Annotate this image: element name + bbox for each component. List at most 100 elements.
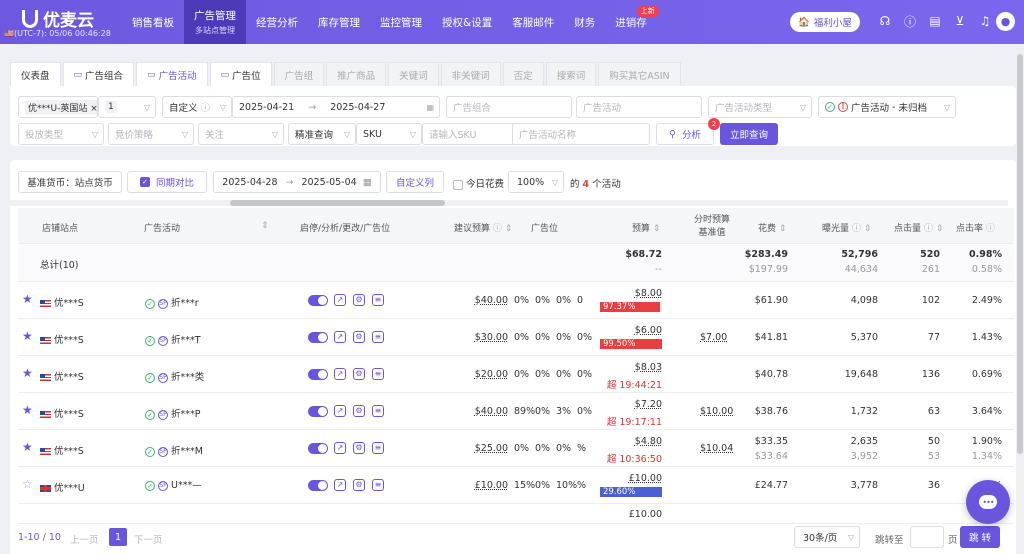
bid-strategy-select[interactable]: 竞价策略 ▽ [108,123,194,145]
campaign-toggle[interactable] [308,332,328,343]
placement-icon[interactable]: ≡ [372,294,384,306]
sort-icon[interactable]: ⇕ [261,221,269,231]
jump-button[interactable]: 跳 转 [960,526,1000,548]
table-row[interactable]: ★ 优***S ✓ SP 折***T ↗ ⚙ ≡ $30.00 0% 0% 0% 0% $6.00 99.5… [18,319,1014,356]
tab-5[interactable]: 推广商品 [326,62,387,86]
chart-icon[interactable]: ↗ [334,331,346,343]
date-range-picker[interactable]: 2025-04-21 → 2025-04-27 ▦ [232,96,440,118]
next-page-button[interactable]: 下一页 [134,532,163,546]
placement-icon[interactable]: ≡ [372,331,384,343]
campaign-toggle[interactable] [308,480,328,491]
star-icon[interactable]: ☆ [22,477,33,491]
tab-10[interactable]: 购买其它ASIN [598,62,681,86]
campaign-cell[interactable]: ✓ SP 折***r [145,295,199,309]
sku-mode-select[interactable]: SKU ▽ [356,123,422,145]
col-impressions[interactable]: 曝光量 ⓘ ⇕ [822,221,871,234]
scrollbar-thumb[interactable] [1017,54,1023,454]
nav-item-7[interactable]: 财务 [564,0,605,44]
message-icon[interactable]: ▤ [926,12,944,30]
campaign-select[interactable]: 广告活动 [576,96,702,118]
tab-8[interactable]: 否定 [502,62,544,86]
sku-input[interactable]: 请输入SKU [422,123,516,145]
col-budget[interactable]: 预算 ⇕ [632,221,660,234]
date-mode-select[interactable]: 自定义 ⓘ ▽ [162,96,232,118]
col-suggest-budget[interactable]: 建议预算 ⓘ ⇕ [454,221,512,234]
delivery-type-select[interactable]: 投放类型 ▽ [18,123,104,145]
nav-item-0[interactable]: 销售看板 [122,0,184,44]
table-row[interactable]: ★ 优***S ✓ SP 折***类 ↗ ⚙ ≡ $20.00 0% 0% 0% 0% $8.03 超 19… [18,356,1014,393]
horizontal-scrollbar[interactable] [8,200,1008,206]
shop-count-select[interactable]: 1 ▽ [98,96,156,118]
chat-button[interactable]: ••• [966,480,1010,524]
star-icon[interactable]: ★ [22,403,33,417]
nav-item-6[interactable]: 客服邮件 [502,0,564,44]
nav-item-8[interactable]: 进销存 上新 [605,0,659,44]
cart-icon[interactable]: ⊻ [951,12,969,30]
nav-item-1[interactable]: 广告管理 多站点管理 [184,0,246,44]
gear-icon[interactable]: ⚙ [353,442,365,454]
help-icon[interactable]: ⓘ [901,12,919,30]
tab-4[interactable]: 广告组 [273,62,325,86]
custom-columns-button[interactable]: 自定义列 [386,171,444,193]
chart-icon[interactable]: ↗ [334,479,346,491]
jump-page-input[interactable] [910,526,944,548]
table-row[interactable]: ☆ 优***U ✓ SP U***— ↗ ⚙ ≡ £10.00 15% 0% 10%% £10.00 29… [18,467,1014,504]
campaign-cell[interactable]: ✓ SP 折***P [145,406,200,420]
placement-icon[interactable]: ≡ [372,405,384,417]
star-icon[interactable]: ★ [22,329,33,343]
group-select[interactable]: 广告组合 [446,96,572,118]
compare-date-range[interactable]: 2025-04-28 → 2025-05-04 ▦ [213,171,381,193]
campaign-cell[interactable]: ✓ SP U***— [145,480,202,491]
gear-icon[interactable]: ⚙ [353,479,365,491]
gear-icon[interactable]: ⚙ [353,405,365,417]
shop-select[interactable]: 优***U-英国站 × [18,96,98,118]
tab-0[interactable]: 仪表盘 [10,62,61,86]
tab-9[interactable]: 搜索词 [545,62,597,86]
campaign-cell[interactable]: ✓ SP 折***M [145,443,203,457]
campaign-cell[interactable]: ✓ SP 折***T [145,332,201,346]
gear-icon[interactable]: ⚙ [353,368,365,380]
status-select[interactable]: ✓ ‖ 广告活动 - 未归档 ▽ [818,96,956,118]
chart-icon[interactable]: ↗ [334,442,346,454]
campaign-toggle[interactable] [308,443,328,454]
prev-page-button[interactable]: 上一页 [70,532,99,546]
star-icon[interactable]: ★ [22,292,33,306]
col-shop[interactable]: 店铺站点 [42,221,78,234]
tab-6[interactable]: 关键词 [388,62,439,86]
star-icon[interactable]: ★ [22,366,33,380]
tab-2[interactable]: ▭ 广告活动 [136,62,208,86]
follow-select[interactable]: 关注 ▽ [198,123,284,145]
analyze-button[interactable]: ⚲ 分析 [656,123,714,145]
nav-item-2[interactable]: 经营分析 [246,0,308,44]
page-1-button[interactable]: 1 [109,528,127,546]
placement-icon[interactable]: ≡ [372,442,384,454]
percent-select[interactable]: 100% ▽ [508,171,564,193]
campaign-toggle[interactable] [308,406,328,417]
table-row[interactable]: ★ 优***S ✓ SP 折***M ↗ ⚙ ≡ $25.00 0% 0% 0%% $4.80 超 10:… [18,430,1014,467]
nav-item-5[interactable]: 授权&设置 [432,0,502,44]
chart-icon[interactable]: ↗ [334,405,346,417]
currency-button[interactable]: 基准货币：站点货币 [18,171,122,193]
tab-1[interactable]: ▭ 广告组合 [62,62,135,86]
gear-icon[interactable]: ⚙ [353,331,365,343]
scrollbar-thumb[interactable] [230,200,445,206]
col-campaign[interactable]: 广告活动 [144,221,180,234]
support-icon[interactable]: ☊ [876,12,894,30]
query-mode-select[interactable]: 精准查询 ▽ [288,123,356,145]
user-avatar[interactable]: ● [996,12,1015,31]
chart-icon[interactable]: ↗ [334,368,346,380]
per-page-select[interactable]: 30条/页 ▽ [794,526,860,548]
nav-item-3[interactable]: 库存管理 [308,0,370,44]
today-spend-toggle[interactable]: 今日花费 [453,176,504,190]
campaign-name-input[interactable]: 广告活动名称 [512,123,650,145]
app-logo[interactable]: 优麦云 [22,6,94,31]
star-icon[interactable]: ★ [22,440,33,454]
campaign-toggle[interactable] [308,369,328,380]
tab-3[interactable]: ▭ 广告位 [209,62,272,86]
vertical-scrollbar[interactable] [1016,44,1024,554]
nav-item-4[interactable]: 监控管理 [370,0,432,44]
col-ctr[interactable]: 点击率 ⓘ [956,221,995,234]
welfare-button[interactable]: 🏠 福利小屋 [790,12,860,32]
campaign-cell[interactable]: ✓ SP 折***类 [145,369,204,383]
search-button[interactable]: 立即查询 [720,123,778,145]
